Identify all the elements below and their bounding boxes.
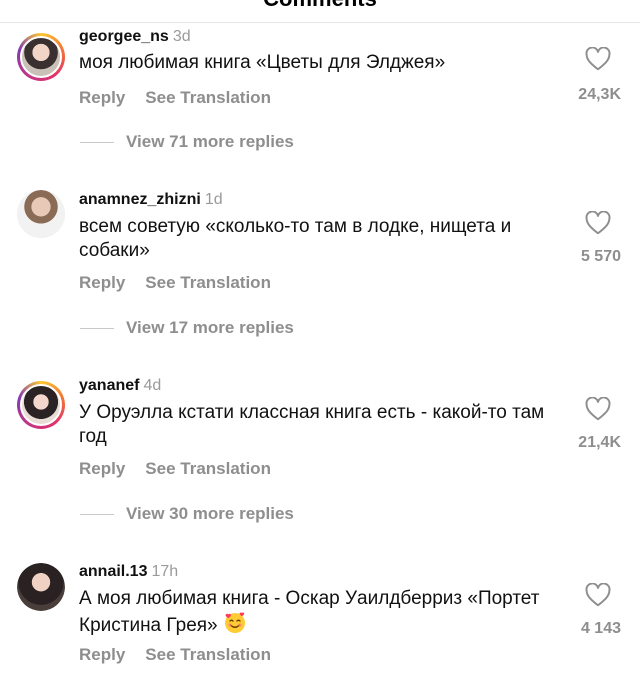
username[interactable]: annail.13 xyxy=(79,563,147,580)
reply-button[interactable]: Reply xyxy=(79,273,125,292)
replies-divider xyxy=(80,514,114,516)
avatar[interactable] xyxy=(17,381,65,429)
comment-text: всем советую «сколько-то там в лодке, ни… xyxy=(79,216,512,261)
replies-divider xyxy=(80,142,114,144)
comment-text: А моя любимая книга - Оскар Уаилдберриз … xyxy=(79,587,559,638)
comment-meta: yananef 4d xyxy=(79,377,161,395)
username[interactable]: anamnez_zhizni xyxy=(79,191,201,208)
avatar[interactable] xyxy=(17,563,65,611)
comment-meta: georgee_ns 3d xyxy=(79,28,191,46)
comment-text: моя любимая книга «Цветы для Элджея» xyxy=(79,52,446,73)
view-replies-label: View 71 more replies xyxy=(126,132,294,151)
heart-icon[interactable] xyxy=(585,211,611,235)
view-replies-label: View 30 more replies xyxy=(126,504,294,523)
page-title: Comments xyxy=(0,0,640,12)
heart-icon[interactable] xyxy=(585,47,611,71)
timestamp: 1d xyxy=(204,191,223,208)
comment-text-content: А моя любимая книга - Оскар Уаилдберриз … xyxy=(79,588,540,636)
timestamp: 4d xyxy=(143,377,162,394)
like-count: 21,4K xyxy=(578,434,621,451)
comment-meta: annail.13 17h xyxy=(79,563,178,581)
comment-text: У Оруэлла кстати классная книга есть - к… xyxy=(79,402,545,447)
view-replies-button[interactable]: View 71 more replies xyxy=(80,132,294,152)
heart-icon[interactable] xyxy=(585,397,611,421)
smiling-face-with-hearts-emoji xyxy=(224,612,245,633)
reply-button[interactable]: Reply xyxy=(79,645,125,664)
see-translation-button[interactable]: See Translation xyxy=(145,88,271,107)
see-translation-button[interactable]: See Translation xyxy=(145,645,271,664)
heart-icon[interactable] xyxy=(585,583,611,607)
comment-actions: Reply See Translation xyxy=(79,273,271,293)
comment-actions: Reply See Translation xyxy=(79,645,271,665)
header-divider xyxy=(0,22,640,23)
like-count: 5 570 xyxy=(580,248,621,265)
see-translation-button[interactable]: See Translation xyxy=(145,273,271,292)
like-count: 4 143 xyxy=(580,620,621,637)
view-replies-button[interactable]: View 30 more replies xyxy=(80,504,294,524)
comment-meta: anamnez_zhizni 1d xyxy=(79,191,223,209)
replies-divider xyxy=(80,328,114,330)
view-replies-button[interactable]: View 17 more replies xyxy=(80,318,294,338)
username[interactable]: yananef xyxy=(79,377,139,394)
username[interactable]: georgee_ns xyxy=(79,28,169,45)
avatar[interactable] xyxy=(17,33,65,81)
avatar[interactable] xyxy=(17,190,65,238)
see-translation-button[interactable]: See Translation xyxy=(145,459,271,478)
reply-button[interactable]: Reply xyxy=(79,459,125,478)
like-count: 24,3K xyxy=(578,86,621,103)
view-replies-label: View 17 more replies xyxy=(126,318,294,337)
timestamp: 3d xyxy=(172,28,191,45)
comment-actions: Reply See Translation xyxy=(79,88,271,108)
timestamp: 17h xyxy=(151,563,179,580)
comment-actions: Reply See Translation xyxy=(79,459,271,479)
reply-button[interactable]: Reply xyxy=(79,88,125,107)
